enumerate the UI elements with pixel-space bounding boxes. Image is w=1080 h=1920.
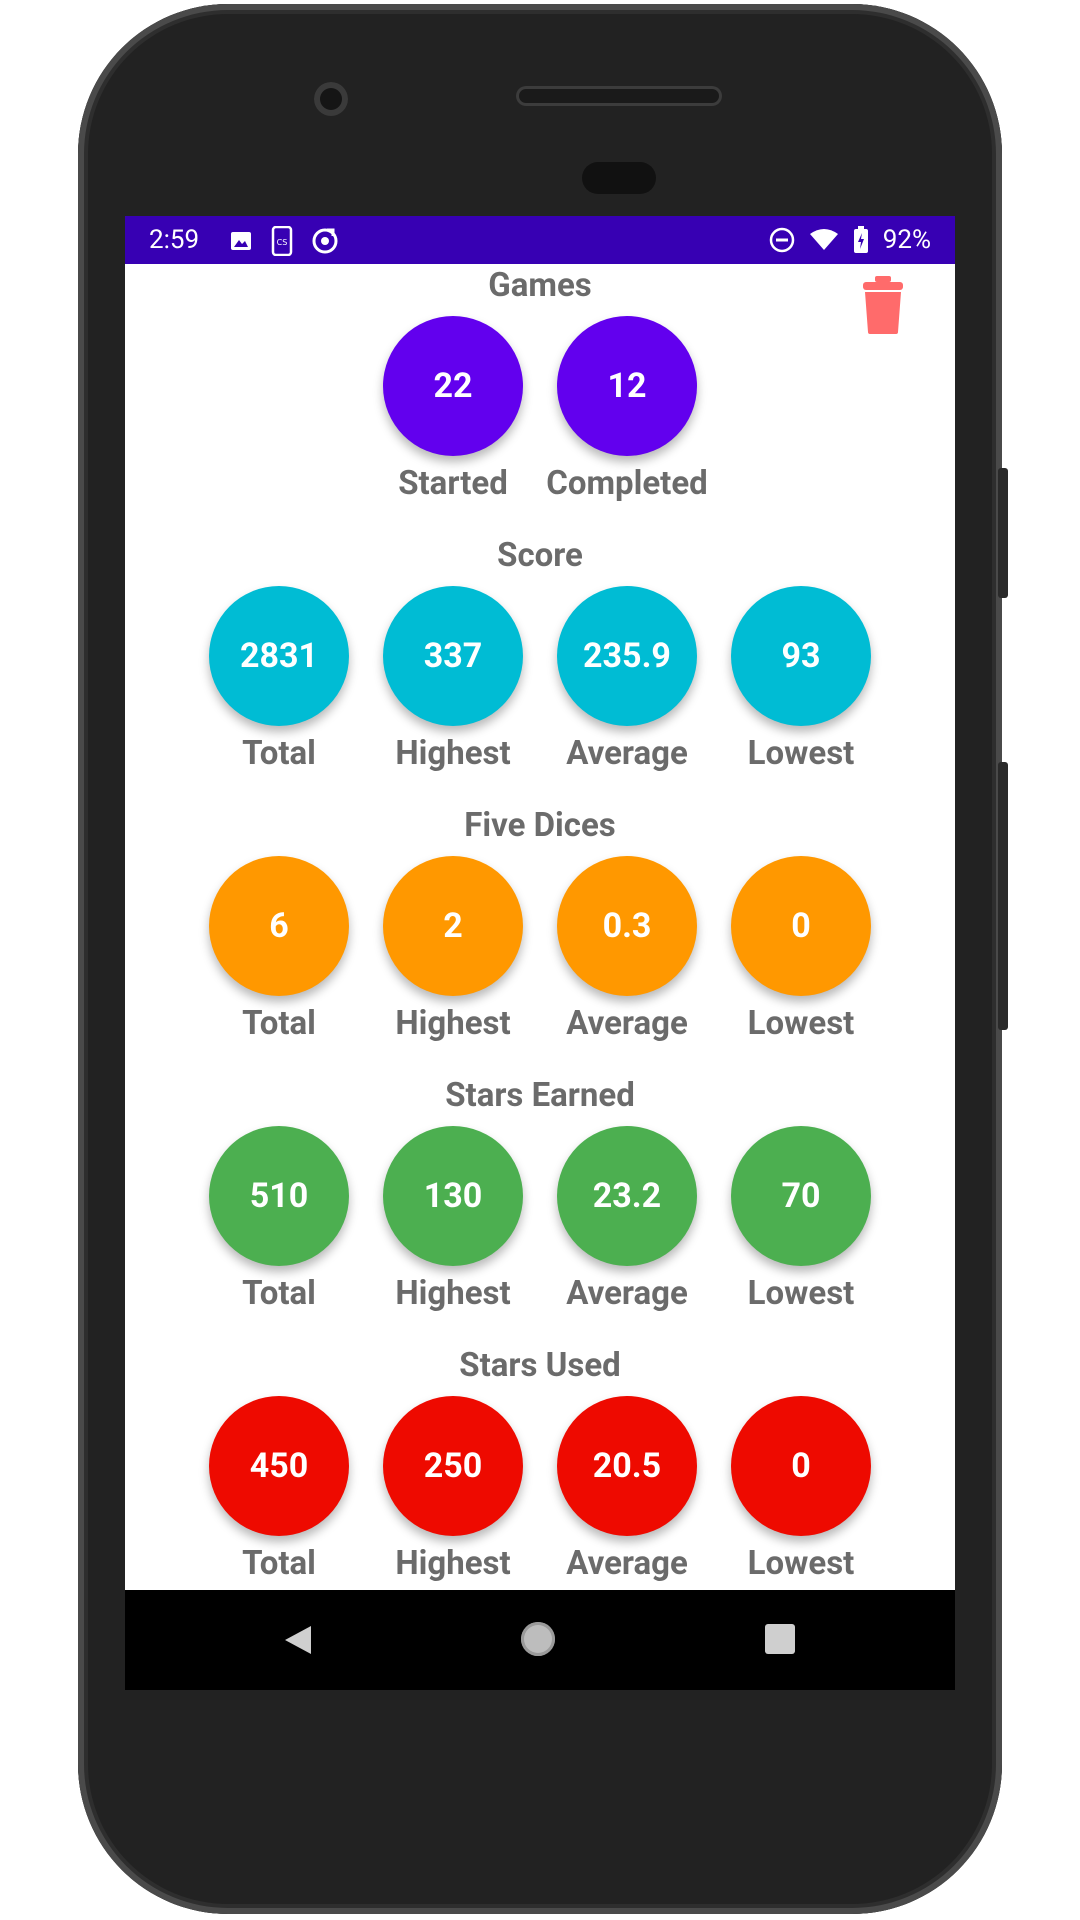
stat-dices-total: 6 Total	[191, 856, 367, 1043]
status-bar: 2:59 CS 92%	[125, 216, 955, 264]
image-icon	[231, 232, 251, 250]
stat-used-highest: 250 Highest	[365, 1396, 541, 1583]
do-not-disturb-icon	[769, 227, 794, 253]
stat-label: Highest	[395, 1274, 511, 1313]
stat-used-lowest: 0 Lowest	[713, 1396, 889, 1583]
stat-used-average: 20.5 Average	[539, 1396, 715, 1583]
stat-score-total: 2831 Total	[191, 586, 367, 773]
stat-label: Lowest	[747, 1274, 855, 1313]
stat-score-lowest: 93 Lowest	[713, 586, 889, 773]
sync-icon	[312, 228, 338, 254]
section-title-stars-used: Stars Used	[459, 1346, 621, 1385]
stat-dices-lowest: 0 Lowest	[713, 856, 889, 1043]
recents-icon[interactable]	[765, 1624, 795, 1654]
stat-label: Highest	[395, 1544, 511, 1583]
stat-label: Lowest	[747, 1544, 855, 1583]
stat-label: Lowest	[747, 1004, 855, 1043]
stat-label: Total	[242, 1004, 316, 1043]
home-icon[interactable]	[521, 1622, 555, 1656]
stat-games-completed: 12 Completed	[539, 316, 715, 503]
stat-value-circle: 450	[209, 1396, 349, 1536]
stat-value-circle: 235.9	[557, 586, 697, 726]
battery-charging-icon	[853, 226, 868, 253]
stat-value-circle: 20.5	[557, 1396, 697, 1536]
section-title-score: Score	[497, 536, 583, 575]
battery-percent: 92%	[882, 225, 931, 255]
section-title-stars-earned: Stars Earned	[445, 1076, 635, 1115]
navigation-bar	[125, 1590, 955, 1690]
stat-earned-average: 23.2 Average	[539, 1126, 715, 1313]
stat-dices-highest: 2 Highest	[365, 856, 541, 1043]
stat-label: Started	[398, 464, 508, 503]
stat-value-circle: 23.2	[557, 1126, 697, 1266]
stat-value-circle: 22	[383, 316, 523, 456]
stat-value-circle: 93	[731, 586, 871, 726]
power-button	[998, 468, 1008, 598]
status-time: 2:59	[149, 225, 200, 255]
stat-label: Lowest	[747, 734, 855, 773]
stat-label: Total	[242, 734, 316, 773]
stat-label: Average	[566, 1544, 688, 1583]
stat-label: Highest	[395, 1004, 511, 1043]
stat-value-circle: 2	[383, 856, 523, 996]
stat-label: Average	[566, 734, 688, 773]
stat-earned-highest: 130 Highest	[365, 1126, 541, 1313]
stat-value-circle: 130	[383, 1126, 523, 1266]
stat-dices-average: 0.3 Average	[539, 856, 715, 1043]
proximity-sensor	[582, 162, 656, 194]
stat-label: Average	[566, 1004, 688, 1043]
cast-icon: CS	[271, 226, 293, 256]
volume-rocker	[998, 762, 1008, 1030]
back-icon[interactable]	[283, 1624, 313, 1656]
stats-content: Games 22 Started 12 Completed Score 2831…	[125, 264, 955, 1590]
stat-value-circle: 510	[209, 1126, 349, 1266]
earpiece-speaker	[516, 86, 722, 106]
section-title-five-dices: Five Dices	[464, 806, 616, 845]
front-camera	[314, 82, 348, 116]
stat-label: Total	[242, 1544, 316, 1583]
stat-value-circle: 337	[383, 586, 523, 726]
stat-value-circle: 0.3	[557, 856, 697, 996]
stat-value-circle: 12	[557, 316, 697, 456]
stat-label: Highest	[395, 734, 511, 773]
screen: 2:59 CS 92% Games 22 Started 12 Complete…	[125, 216, 955, 1690]
stat-earned-lowest: 70 Lowest	[713, 1126, 889, 1313]
stat-score-highest: 337 Highest	[365, 586, 541, 773]
stat-used-total: 450 Total	[191, 1396, 367, 1583]
stat-value-circle: 2831	[209, 586, 349, 726]
stat-value-circle: 0	[731, 1396, 871, 1536]
stat-value-circle: 250	[383, 1396, 523, 1536]
stat-label: Completed	[546, 464, 708, 503]
stat-value-circle: 0	[731, 856, 871, 996]
stat-label: Average	[566, 1274, 688, 1313]
stat-label: Total	[242, 1274, 316, 1313]
stat-earned-total: 510 Total	[191, 1126, 367, 1313]
section-title-games: Games	[488, 266, 592, 305]
stat-score-average: 235.9 Average	[539, 586, 715, 773]
stat-games-started: 22 Started	[365, 316, 541, 503]
stat-value-circle: 6	[209, 856, 349, 996]
svg-text:CS: CS	[277, 238, 288, 247]
stat-value-circle: 70	[731, 1126, 871, 1266]
wifi-icon	[809, 229, 838, 250]
